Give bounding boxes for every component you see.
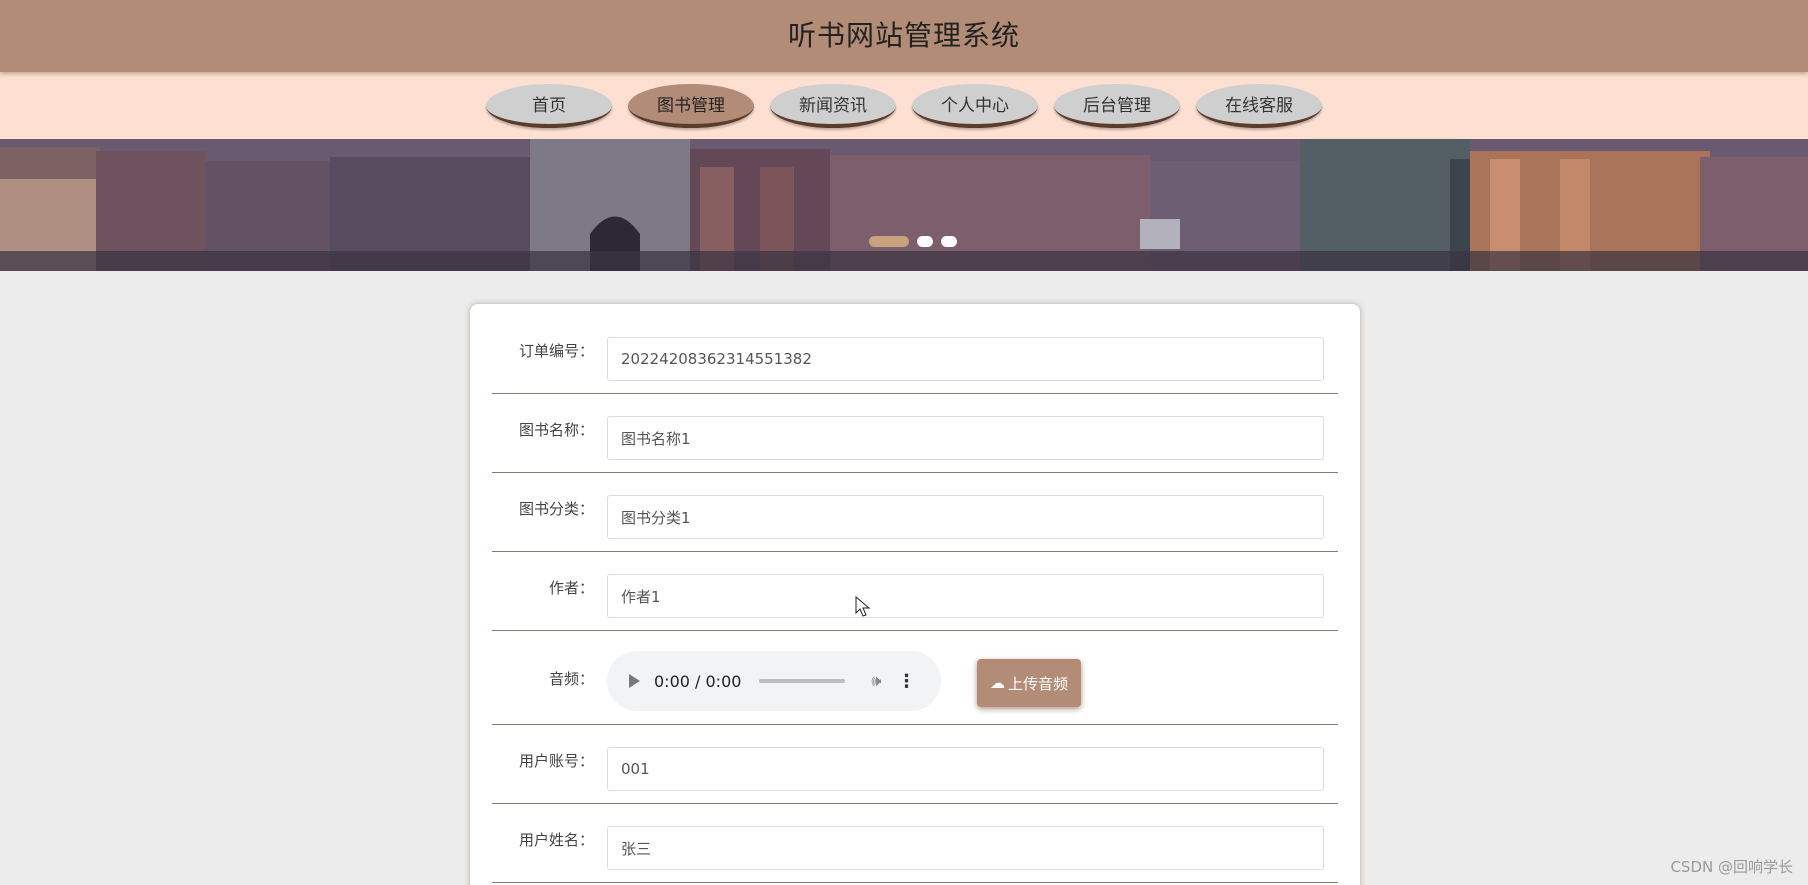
form-row-audio: 音频： 0:00 / 0:00 🕪 ⋮ xyxy=(492,631,1338,725)
main-nav: 首页 图书管理 新闻资讯 个人中心 后台管理 在线客服 xyxy=(0,72,1808,139)
book-category-label: 图书分类： xyxy=(518,500,594,518)
nav-item-admin[interactable]: 后台管理 xyxy=(1054,83,1180,128)
author-label: 作者： xyxy=(548,579,594,597)
user-account-label: 用户账号： xyxy=(518,752,594,770)
author-input[interactable] xyxy=(607,574,1324,618)
order-no-input[interactable] xyxy=(607,337,1324,381)
carousel-dots xyxy=(869,236,957,247)
form-row-author: 作者： xyxy=(492,552,1338,631)
form-row-book-name: 图书名称： xyxy=(492,394,1338,473)
user-account-input[interactable] xyxy=(607,747,1324,791)
form-row-order-no: 订单编号： xyxy=(492,304,1338,394)
mouse-cursor-icon xyxy=(855,596,871,617)
nav-item-book-management[interactable]: 图书管理 xyxy=(628,83,754,128)
user-name-label: 用户姓名： xyxy=(518,831,594,849)
book-category-input[interactable] xyxy=(607,495,1324,539)
order-detail-form: 订单编号： 图书名称： 图书分类： 作者： 音频： 0:00 / 0:00 🕪 … xyxy=(470,304,1360,885)
order-no-label: 订单编号： xyxy=(518,342,594,360)
play-icon[interactable] xyxy=(629,674,640,688)
nav-item-online-service[interactable]: 在线客服 xyxy=(1196,83,1322,128)
form-row-book-category: 图书分类： xyxy=(492,473,1338,552)
book-name-input[interactable] xyxy=(607,416,1324,460)
upload-audio-button[interactable]: ☁ 上传音频 xyxy=(977,659,1081,707)
audio-progress-track[interactable] xyxy=(759,679,846,683)
site-title: 听书网站管理系统 xyxy=(787,19,1020,52)
upload-audio-label: 上传音频 xyxy=(1007,674,1068,693)
audio-player: 0:00 / 0:00 🕪 ⋮ xyxy=(607,651,941,711)
user-name-input[interactable] xyxy=(607,826,1324,870)
banner-carousel xyxy=(0,139,1808,271)
audio-label: 音频： xyxy=(548,670,594,688)
carousel-dot-2[interactable] xyxy=(917,236,933,247)
nav-item-personal-center[interactable]: 个人中心 xyxy=(912,83,1038,128)
form-row-user-name: 用户姓名： xyxy=(492,804,1338,883)
cloud-upload-icon: ☁ xyxy=(989,674,1005,692)
nav-item-home[interactable]: 首页 xyxy=(486,83,612,128)
carousel-dot-1[interactable] xyxy=(869,236,909,247)
carousel-dot-3[interactable] xyxy=(941,236,957,247)
nav-item-news[interactable]: 新闻资讯 xyxy=(770,83,896,128)
watermark: CSDN @回响学长 xyxy=(1670,858,1793,876)
site-header: 听书网站管理系统 xyxy=(0,0,1808,72)
book-name-label: 图书名称： xyxy=(518,421,594,439)
more-options-icon[interactable]: ⋮ xyxy=(898,671,916,692)
volume-icon[interactable]: 🕪 xyxy=(871,671,881,691)
banner-image xyxy=(0,139,1808,271)
audio-time: 0:00 / 0:00 xyxy=(654,671,742,691)
form-row-user-account: 用户账号： xyxy=(492,725,1338,804)
